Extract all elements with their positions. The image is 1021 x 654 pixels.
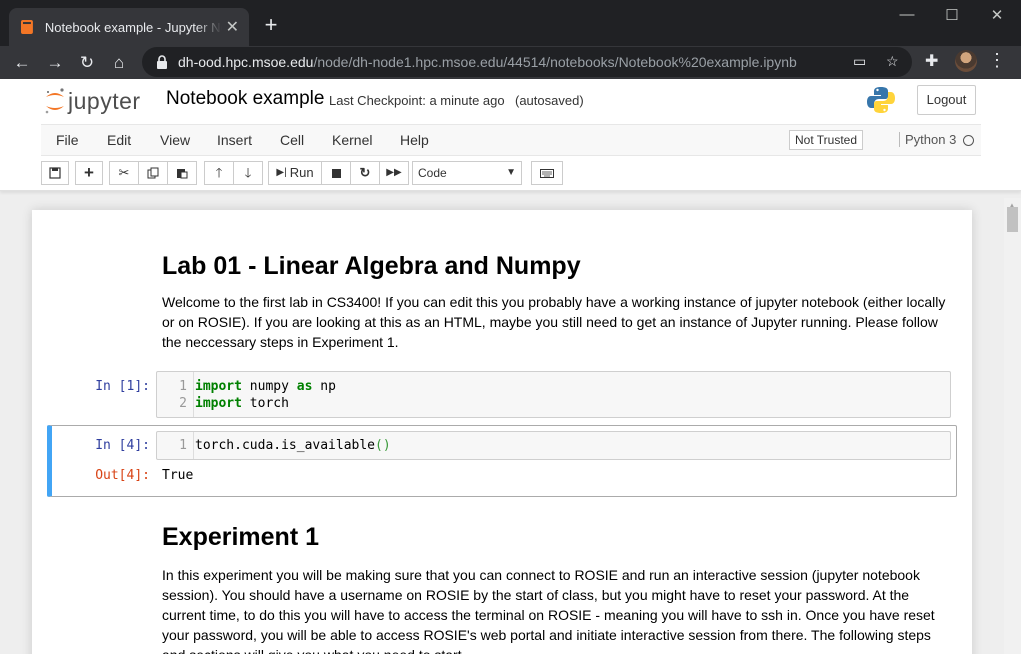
- forward-icon[interactable]: →: [42, 50, 68, 76]
- step-forward-icon: ▶|: [276, 167, 287, 178]
- checkpoint-status: Last Checkpoint: a minute ago: [329, 93, 505, 108]
- tab-close-icon[interactable]: ✕: [226, 17, 239, 37]
- input-prompt: In [4]:: [95, 438, 150, 453]
- menu-cell[interactable]: Cell: [280, 132, 304, 148]
- copy-icon: [147, 167, 159, 179]
- page-scrollbar[interactable]: ▲: [1004, 198, 1021, 654]
- profile-avatar[interactable]: [955, 50, 977, 72]
- url-text: dh-ood.hpc.msoe.edu/node/dh-node1.hpc.ms…: [178, 54, 797, 70]
- fast-forward-icon: ▶▶: [386, 167, 402, 178]
- cell-type-select[interactable]: Code ▼: [412, 161, 522, 185]
- jupyter-logo-icon: [45, 88, 64, 114]
- scrollbar-thumb[interactable]: [1007, 207, 1018, 232]
- minimize-icon[interactable]: —: [884, 6, 930, 23]
- cast-icon[interactable]: ▭: [853, 53, 866, 70]
- intro-paragraph: Welcome to the first lab in CS3400! If y…: [162, 294, 946, 350]
- browser-tab[interactable]: Notebook example - Jupyter Notebook ✕: [9, 8, 249, 46]
- menu-help[interactable]: Help: [400, 132, 429, 148]
- paste-icon: [177, 169, 188, 179]
- code-editor[interactable]: 1 import numpy as np 2 import torch: [156, 371, 951, 418]
- move-up-button[interactable]: 🡑: [204, 161, 234, 185]
- command-palette-button[interactable]: [531, 161, 563, 185]
- copy-button[interactable]: [138, 161, 168, 185]
- menu-bar: File Edit View Insert Cell Kernel Help N…: [41, 124, 981, 156]
- home-icon[interactable]: ⌂: [106, 50, 132, 76]
- scissors-icon: ✂: [118, 165, 130, 180]
- cell-type-value: Code: [418, 166, 447, 180]
- line-number: 2: [179, 396, 187, 411]
- new-tab-icon[interactable]: +: [258, 12, 284, 38]
- line-number: 1: [179, 379, 187, 394]
- experiment-paragraph: In this experiment you will be making su…: [162, 567, 935, 654]
- kernel-idle-indicator: [963, 135, 974, 146]
- paste-button[interactable]: [167, 161, 197, 185]
- cut-button[interactable]: ✂: [109, 161, 139, 185]
- menu-edit[interactable]: Edit: [107, 132, 131, 148]
- stop-icon: [331, 168, 341, 178]
- plus-icon: +: [84, 163, 94, 182]
- maximize-icon[interactable]: ☐: [929, 6, 975, 24]
- lock-icon: [157, 55, 167, 69]
- arrow-up-icon: 🡑: [215, 165, 223, 180]
- run-label: Run: [289, 165, 314, 180]
- interrupt-button[interactable]: [321, 161, 351, 185]
- code-text: import numpy as np: [195, 379, 336, 394]
- menu-file[interactable]: File: [56, 132, 79, 148]
- move-down-button[interactable]: 🡓: [233, 161, 263, 185]
- notebook-name[interactable]: Notebook example: [166, 88, 324, 110]
- menu-kernel[interactable]: Kernel: [332, 132, 372, 148]
- jupyter-page: jupyter Notebook example Last Checkpoint…: [0, 79, 1021, 654]
- run-button[interactable]: ▶| Run: [268, 161, 322, 185]
- line-number: 1: [179, 438, 187, 453]
- restart-run-all-button[interactable]: ▶▶: [379, 161, 409, 185]
- restart-icon: ↻: [359, 165, 371, 180]
- extensions-puzzle-icon[interactable]: ✚: [925, 51, 938, 71]
- tab-title: Notebook example - Jupyter Notebook: [44, 19, 222, 35]
- save-button[interactable]: [41, 161, 69, 185]
- bookmark-star-icon[interactable]: ☆: [886, 53, 899, 70]
- menu-view[interactable]: View: [160, 132, 190, 148]
- output-prompt: Out[4]:: [95, 468, 150, 483]
- menu-insert[interactable]: Insert: [217, 132, 252, 148]
- code-line: 1 torch.cuda.is_available(): [157, 437, 950, 454]
- jupyter-logo[interactable]: jupyter: [44, 86, 141, 116]
- experiment-heading: Experiment 1: [162, 523, 320, 551]
- code-line: 1 import numpy as np: [157, 378, 950, 395]
- autosave-status: (autosaved): [515, 93, 584, 108]
- logo-text: jupyter: [68, 87, 141, 114]
- code-text: torch.cuda.is_available(): [195, 438, 391, 453]
- code-line: 2 import torch: [157, 395, 950, 412]
- close-window-icon[interactable]: ✕: [974, 6, 1020, 24]
- reload-icon[interactable]: ↻: [74, 50, 100, 76]
- tab-strip: Notebook example - Jupyter Notebook ✕ + …: [0, 0, 1021, 46]
- chevron-down-icon: ▼: [506, 167, 516, 178]
- address-bar: ← → ↻ ⌂ dh-ood.hpc.msoe.edu/node/dh-node…: [0, 46, 1021, 79]
- back-icon[interactable]: ←: [9, 50, 35, 76]
- code-editor[interactable]: 1 torch.cuda.is_available(): [156, 431, 951, 460]
- notebook-header: jupyter Notebook example Last Checkpoint…: [0, 79, 1021, 191]
- not-trusted-button[interactable]: Not Trusted: [789, 130, 864, 150]
- browser-menu-icon[interactable]: ⋮: [988, 50, 1006, 71]
- cell-output: True: [162, 468, 194, 483]
- logout-button[interactable]: Logout: [917, 85, 976, 115]
- insert-cell-button[interactable]: +: [75, 161, 103, 185]
- code-text: import torch: [195, 396, 289, 411]
- jupyter-favicon-icon: [20, 20, 33, 34]
- python-logo-icon: [867, 87, 895, 113]
- notebook-container: Lab 01 - Linear Algebra and Numpy Welcom…: [32, 210, 972, 654]
- save-icon: [49, 167, 61, 179]
- url-field[interactable]: dh-ood.hpc.msoe.edu/node/dh-node1.hpc.ms…: [142, 47, 912, 77]
- restart-button[interactable]: ↻: [350, 161, 380, 185]
- markdown-title: Lab 01 - Linear Algebra and Numpy: [162, 252, 581, 280]
- arrow-down-icon: 🡓: [244, 165, 252, 180]
- keyboard-icon: [540, 168, 554, 178]
- input-prompt: In [1]:: [95, 379, 150, 394]
- kernel-name: Python 3: [899, 132, 956, 147]
